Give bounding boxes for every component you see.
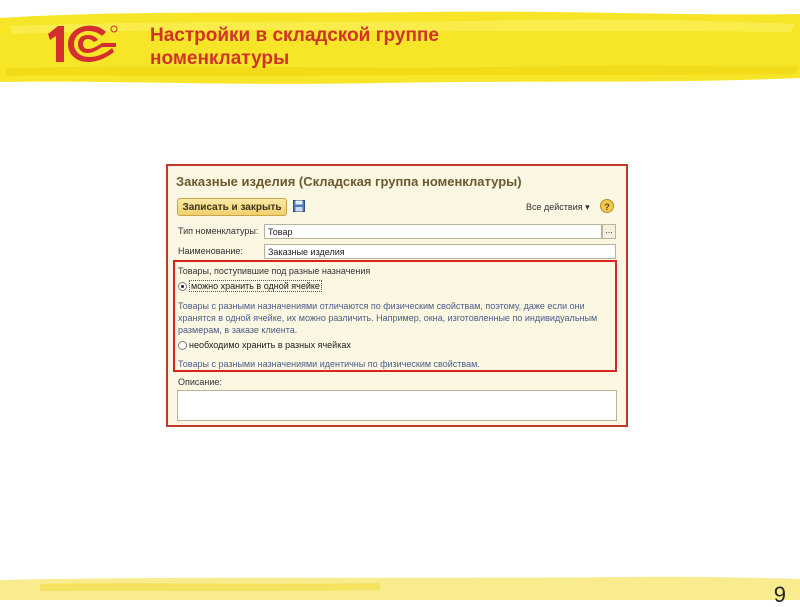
same-cell-hint: Товары с разными назначениями отличаются…: [178, 300, 597, 336]
all-actions-menu[interactable]: Все действия ▾: [526, 202, 590, 213]
name-input[interactable]: Заказные изделия: [264, 244, 616, 259]
type-label: Тип номенклатуры:: [178, 226, 259, 236]
radio-different-cells-label[interactable]: необходимо хранить в разных ячейках: [189, 340, 351, 350]
save-and-close-button[interactable]: Записать и закрыть: [177, 198, 287, 216]
help-icon[interactable]: ?: [600, 199, 614, 213]
radio-different-cells-button[interactable]: [178, 340, 187, 350]
same-cell-hint-line3: размерам, в заказе клиента.: [178, 325, 298, 335]
radio-same-cell-label[interactable]: можно хранить в одной ячейке: [189, 280, 322, 292]
dialog-title: Заказные изделия (Складская группа номен…: [176, 174, 522, 189]
different-cells-hint: Товары с разными назначениями идентичны …: [178, 359, 480, 369]
description-textarea[interactable]: [177, 390, 617, 421]
item-group-dialog: Заказные изделия (Складская группа номен…: [166, 164, 628, 427]
footer-band: [0, 576, 800, 600]
radio-same-cell[interactable]: можно хранить в одной ячейке: [178, 280, 322, 292]
radio-different-cells[interactable]: необходимо хранить в разных ячейках: [178, 340, 351, 350]
save-icon[interactable]: [293, 200, 305, 212]
name-label: Наименование:: [178, 246, 243, 256]
slide-title: Настройки в складской группе номенклатур…: [150, 24, 670, 70]
page-number: 9: [773, 582, 786, 607]
radio-same-cell-button[interactable]: [178, 281, 187, 291]
description-label: Описание:: [178, 377, 222, 387]
slide-title-line2: номенклатуры: [150, 48, 290, 69]
slide-title-line1: Настройки в складской группе: [150, 25, 439, 46]
type-input[interactable]: Товар: [264, 224, 602, 239]
1c-logo-icon: [48, 25, 118, 63]
storage-group-title: Товары, поступившие под разные назначени…: [178, 266, 371, 276]
type-select-button[interactable]: ...: [602, 224, 616, 239]
same-cell-hint-line1: Товары с разными назначениями отличаются…: [178, 301, 585, 311]
same-cell-hint-line2: хранятся в одной ячейке, их можно различ…: [178, 313, 598, 323]
